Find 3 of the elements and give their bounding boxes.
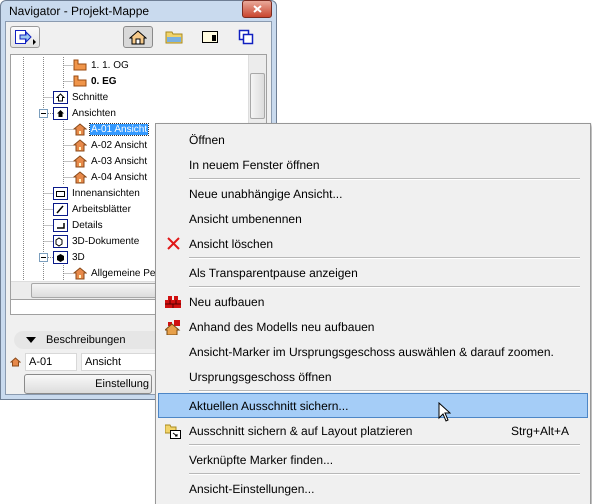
shortcut-label: Strg+Alt+A [510,424,570,438]
section-title: Beschreibungen [46,334,126,346]
window-title: Navigator - Projekt-Mappe [9,4,150,18]
